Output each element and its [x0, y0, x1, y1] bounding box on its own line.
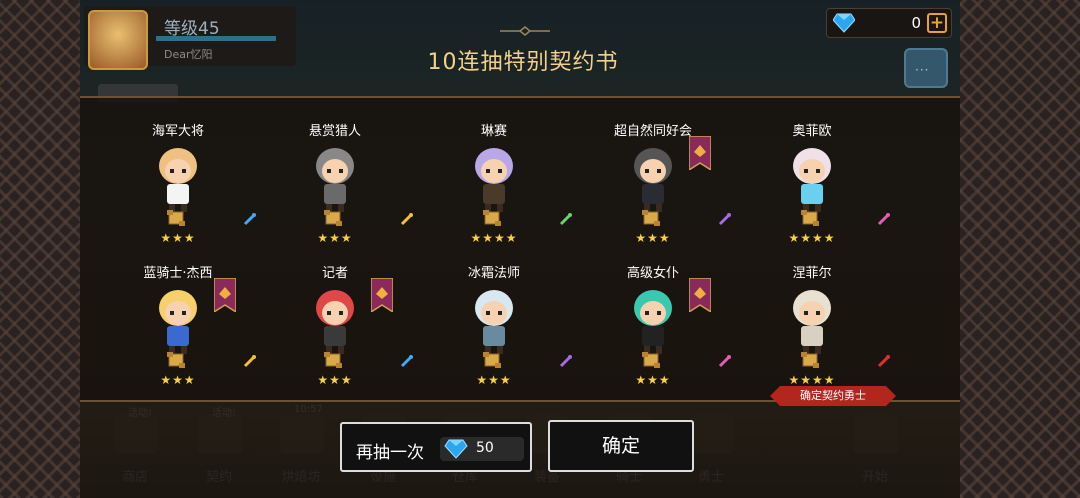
hero-stars: ★★★: [317, 373, 353, 387]
contract-scroll-icon: [167, 352, 185, 368]
hero-sprite-icon: [159, 148, 197, 212]
weapon-type-icon: [877, 212, 891, 226]
gem-icon: [833, 13, 855, 33]
hero-name: 冰霜法师: [467, 266, 520, 281]
confirm-hero-tag: 确定契约勇士: [770, 386, 896, 406]
contract-scroll-icon: [642, 352, 660, 368]
hero-card[interactable]: 奥菲欧 ★★★★: [724, 98, 900, 245]
summon-cost: 50: [440, 437, 524, 461]
hero-sprite-icon: [793, 290, 831, 354]
summon-again-button[interactable]: 再抽一次 50: [340, 422, 532, 472]
hero-stars: ★★★: [635, 373, 671, 387]
hero-stars: ★★★: [476, 373, 512, 387]
hero-card[interactable]: 高级女仆 ★★★: [565, 240, 741, 387]
contract-scroll-icon: [324, 352, 342, 368]
gem-count: 0: [911, 14, 921, 32]
hero-sprite-icon: [634, 290, 672, 354]
guild-banner-icon: [214, 278, 236, 312]
guild-banner-icon: [371, 278, 393, 312]
hero-sprite-icon: [316, 148, 354, 212]
add-gems-button[interactable]: +: [927, 13, 947, 33]
exp-bar: [156, 36, 276, 41]
hero-card[interactable]: 冰霜法师 ★★★: [406, 240, 582, 387]
weapon-type-icon: [877, 354, 891, 368]
hero-card[interactable]: 涅菲尔 ★★★★: [724, 240, 900, 387]
hero-name: 琳赛: [480, 124, 507, 139]
hero-name: 涅菲尔: [792, 266, 832, 281]
hero-card[interactable]: 琳赛 ★★★★: [406, 98, 582, 245]
contract-scroll-icon: [483, 352, 501, 368]
summon-results-dialog: 海军大将 ★★★ 悬赏猎人 ★★★ 琳赛 ★★★★ 超自然同好会 ★★★ 奥菲欧 ★★★★ 蓝骑士·…: [80, 96, 960, 402]
summon-cost-value: 50: [476, 440, 494, 456]
contract-scroll-icon: [167, 210, 185, 226]
hero-name: 海军大将: [151, 124, 204, 139]
hero-sprite-icon: [159, 290, 197, 354]
gem-currency: 0 +: [826, 8, 952, 38]
confirm-button[interactable]: 确定: [548, 420, 694, 472]
contract-scroll-icon: [324, 210, 342, 226]
hero-card[interactable]: 悬赏猎人 ★★★: [247, 98, 423, 245]
guild-banner-icon: [689, 278, 711, 312]
hero-name: 奥菲欧: [792, 124, 832, 139]
hero-name: 超自然同好会: [613, 124, 692, 139]
hero-name: 记者: [321, 266, 348, 281]
hero-name: 蓝骑士·杰西: [143, 266, 213, 281]
gem-icon: [444, 439, 468, 459]
hero-sprite-icon: [316, 290, 354, 354]
summon-again-label: 再抽一次: [356, 443, 424, 463]
guild-banner-icon: [689, 136, 711, 170]
contract-scroll-icon: [483, 210, 501, 226]
hero-sprite-icon: [793, 148, 831, 212]
hero-grid: 海军大将 ★★★ 悬赏猎人 ★★★ 琳赛 ★★★★ 超自然同好会 ★★★ 奥菲欧 ★★★★ 蓝骑士·…: [80, 98, 960, 404]
hero-stars: ★★★★: [788, 373, 836, 387]
hero-card[interactable]: 海军大将 ★★★: [90, 98, 266, 245]
hero-name: 悬赏猎人: [308, 124, 361, 139]
hero-card[interactable]: 记者 ★★★: [247, 240, 423, 387]
hero-sprite-icon: [475, 290, 513, 354]
hero-card[interactable]: 蓝骑士·杰西 ★★★: [90, 240, 266, 387]
title-ornament-icon: [500, 26, 550, 36]
contract-scroll-icon: [801, 352, 819, 368]
contract-scroll-icon: [801, 210, 819, 226]
hero-stars: ★★★: [160, 373, 196, 387]
hero-sprite-icon: [475, 148, 513, 212]
hero-sprite-icon: [634, 148, 672, 212]
dialog-title: 10连抽特别契约书: [427, 50, 619, 75]
contract-scroll-icon: [642, 210, 660, 226]
hero-card[interactable]: 超自然同好会 ★★★: [565, 98, 741, 245]
hero-name: 高级女仆: [626, 266, 679, 281]
